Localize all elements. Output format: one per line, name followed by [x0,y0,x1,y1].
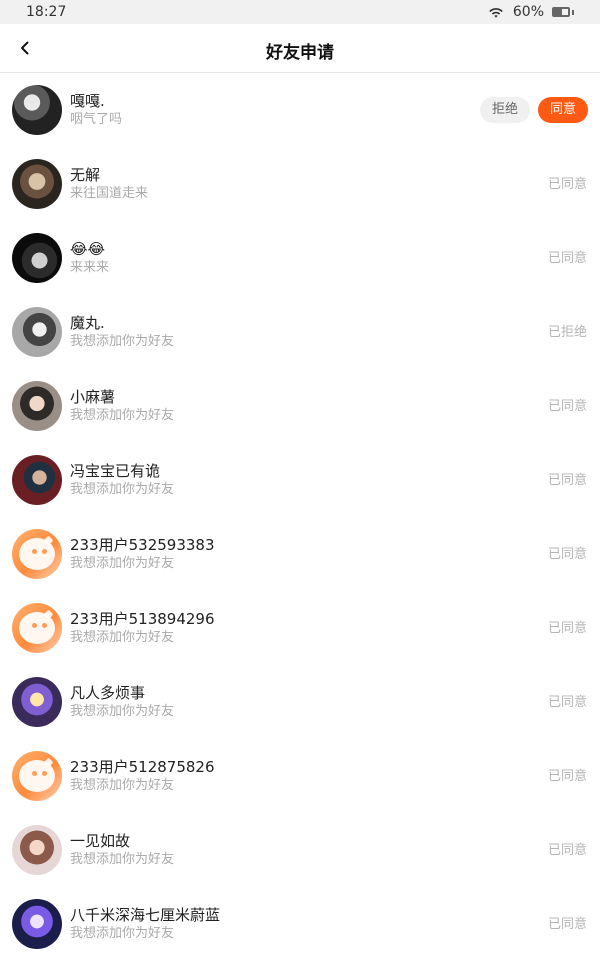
requester-name: 八千米深海七厘米蔚蓝 [70,906,221,924]
status-bar: 18:27 60% [0,0,600,24]
header: 好友申请 [0,24,600,73]
request-info: 凡人多烦事我想添加你为好友 [70,683,600,721]
friend-request-row[interactable]: 嘎嘎. 咽气了吗 拒绝 同意 [0,73,600,147]
requester-name: 一见如故 [70,832,131,850]
avatar-eye-right [42,623,47,628]
request-info: 无解 来往国道走来 [70,165,600,203]
request-info: 233用户532593383 我想添加你为好友 [70,535,600,573]
request-message: 我想添加你为好友 [70,704,175,719]
battery-percent: 60% [512,4,544,20]
avatar[interactable] [12,159,62,209]
avatar[interactable] [12,85,62,135]
status-time: 18:27 [26,4,67,20]
avatar-eye-left [32,623,37,628]
request-message: 我想添加你为好友 [70,926,175,941]
request-status: 已拒绝 [547,325,587,340]
friend-request-row[interactable]: 233用户512875826 我想添加你为好友 已同意 [0,739,600,813]
request-status: 已同意 [547,177,587,192]
request-status: 已同意 [547,251,587,266]
requester-name: 凡人多烦事 [70,684,146,702]
request-message: 我想添加你为好友 [70,334,175,349]
request-actions: 拒绝 同意 [479,97,588,123]
avatar[interactable] [12,307,62,357]
requester-name: 小麻薯 [70,388,116,406]
request-info: 冯宝宝已有诡 我想添加你为好友 [70,461,600,499]
request-message: 我想添加你为好友 [70,852,175,867]
request-message: 来来来 [70,260,110,275]
avatar-eye-right [42,771,47,776]
avatar[interactable] [12,899,62,949]
accept-button[interactable]: 同意 [537,97,588,123]
request-status: 已同意 [547,843,587,858]
battery-tip [572,9,574,15]
friend-request-row[interactable]: 一见如故 我想添加你为好友 已同意 [0,813,600,887]
request-message: 我想添加你为好友 [70,778,175,793]
avatar[interactable] [12,677,62,727]
status-right: 60% [487,4,574,20]
avatar[interactable] [12,603,62,653]
request-info: 八千米深海七厘米蔚蓝 我想添加你为好友 [70,905,600,943]
request-status: 已同意 [547,769,587,784]
request-message: 我想添加你为好友 [70,408,175,423]
request-info: 一见如故我想添加你为好友 [70,831,600,869]
request-message: 我想添加你为好友 [70,482,175,497]
requester-name: 😂😂 [70,240,106,258]
request-message: 我想添加你为好友 [70,556,175,571]
avatar[interactable] [12,381,62,431]
request-status: 已同意 [547,547,587,562]
avatar[interactable] [12,233,62,283]
friend-request-row[interactable]: 233用户513894296 我想添加你为好友 已同意 [0,591,600,665]
friend-request-row[interactable]: 冯宝宝已有诡 我想添加你为好友 已同意 [0,443,600,517]
avatar-eye-right [42,549,47,554]
request-info: 小麻薯我想添加你为好友 [70,387,600,425]
requester-name: 233用户513894296 [70,610,215,628]
page-title: 好友申请 [266,43,334,63]
request-status: 已同意 [547,917,587,932]
avatar[interactable] [12,751,62,801]
friend-request-row[interactable]: 😂😂 来来来 已同意 [0,221,600,295]
requester-name: 233用户512875826 [70,758,215,776]
battery-icon [552,7,570,17]
wifi-icon [489,8,503,18]
request-message: 来往国道走来 [70,186,149,201]
request-message: 我想添加你为好友 [70,630,175,645]
avatar[interactable] [12,529,62,579]
avatar[interactable] [12,825,62,875]
request-status: 已同意 [547,473,587,488]
friend-request-list: 嘎嘎. 咽气了吗 拒绝 同意 无解 来往国道走来 已同意 😂😂 来来来 已同意 魔丸. 我想添加你为好… [0,73,600,961]
request-status: 已同意 [547,695,587,710]
friend-request-row[interactable]: 无解 来往国道走来 已同意 [0,147,600,221]
requester-name: 无解 [70,166,101,184]
friend-request-row[interactable]: 八千米深海七厘米蔚蓝 我想添加你为好友 已同意 [0,887,600,961]
friend-request-row[interactable]: 凡人多烦事 我想添加你为好友 已同意 [0,665,600,739]
friend-request-row[interactable]: 233用户532593383 我想添加你为好友 已同意 [0,517,600,591]
requester-name: 233用户532593383 [70,536,215,554]
friend-request-row[interactable]: 小麻薯 我想添加你为好友 已同意 [0,369,600,443]
request-status: 已同意 [547,399,587,414]
request-info: 😂😂 来来来 [70,239,600,277]
avatar-eye-left [32,771,37,776]
request-info: 魔丸. 我想添加你为好友 [70,313,600,351]
friend-request-row[interactable]: 魔丸. 我想添加你为好友 已拒绝 [0,295,600,369]
request-info: 233用户512875826 我想添加你为好友 [70,757,600,795]
requester-name: 冯宝宝已有诡 [70,462,161,480]
avatar[interactable] [12,455,62,505]
request-status: 已同意 [547,621,587,636]
requester-name: 魔丸. [70,314,105,332]
request-info: 233用户513894296 我想添加你为好友 [70,609,600,647]
reject-button[interactable]: 拒绝 [479,97,530,123]
avatar-eye-left [32,549,37,554]
